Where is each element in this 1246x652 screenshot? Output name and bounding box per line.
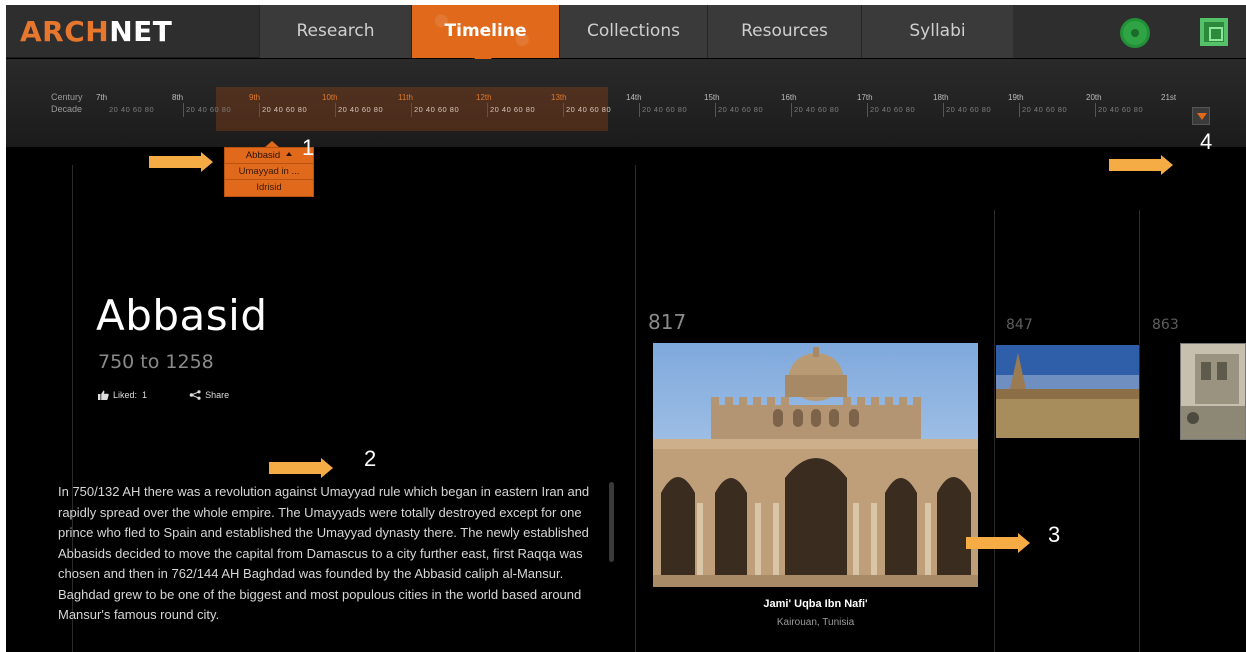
- work-year: 863: [1152, 317, 1179, 333]
- work-location: Kairouan, Tunisia: [776, 617, 855, 628]
- pattern-icon[interactable]: [1200, 18, 1228, 46]
- decades-8th[interactable]: 20 40 60 80: [186, 105, 231, 114]
- annotation-label-1: 1: [302, 135, 315, 160]
- caret-up-icon: [286, 152, 293, 156]
- logo-net: NET: [109, 15, 173, 48]
- tab-resources[interactable]: Resources: [707, 5, 861, 58]
- century-14th[interactable]: 14th: [626, 93, 642, 102]
- decades-12th[interactable]: 20 40 60 80: [490, 105, 535, 114]
- top-nav: ARCHNET Research Timeline Collections Re…: [6, 5, 1246, 58]
- column-divider: [1139, 210, 1140, 652]
- work-photo-minaret[interactable]: [996, 345, 1139, 438]
- decades-14th[interactable]: 20 40 60 80: [642, 105, 687, 114]
- century-row-label: Century: [51, 92, 83, 102]
- page-title: Abbasid: [96, 291, 268, 340]
- dropdown-item-umayyad[interactable]: Umayyad in ...: [225, 164, 313, 180]
- century-15th[interactable]: 15th: [704, 93, 720, 102]
- century-8th[interactable]: 8th: [172, 93, 183, 102]
- annotation-arrow-1: [149, 152, 213, 172]
- century-divider: [639, 103, 640, 117]
- century-divider: [411, 103, 412, 117]
- century-divider: [259, 103, 260, 117]
- century-19th[interactable]: 19th: [1008, 93, 1024, 102]
- dropdown-item-abbasid[interactable]: Abbasid: [225, 148, 313, 164]
- decades-20th[interactable]: 20 40 60 80: [1098, 105, 1143, 114]
- timeline-strip[interactable]: Century Decade 7th 8th 9th 10th 11th 12t…: [6, 59, 1246, 147]
- thumbs-up-icon[interactable]: [98, 390, 109, 400]
- entry-description: In 750/132 AH there was a revolution aga…: [58, 484, 590, 622]
- tab-syllabi[interactable]: Syllabi: [861, 5, 1013, 58]
- decades-9th[interactable]: 20 40 60 80: [262, 105, 307, 114]
- decades-17th[interactable]: 20 40 60 80: [870, 105, 915, 114]
- tab-collections[interactable]: Collections: [559, 5, 707, 58]
- share-label[interactable]: Share: [205, 390, 229, 400]
- flower-icon[interactable]: [1123, 21, 1147, 45]
- annotation-label-4: 4: [1200, 129, 1213, 154]
- timeline-expand-button[interactable]: [1192, 107, 1210, 125]
- archnet-logo[interactable]: ARCHNET: [20, 15, 172, 49]
- century-divider: [715, 103, 716, 117]
- decades-13th[interactable]: 20 40 60 80: [566, 105, 611, 114]
- century-10th[interactable]: 10th: [322, 93, 338, 102]
- column-divider: [635, 165, 636, 652]
- share-icon[interactable]: [189, 390, 202, 400]
- decade-row-label: Decade: [51, 104, 83, 114]
- decades-7th[interactable]: 20 40 60 80: [109, 105, 154, 114]
- work-title[interactable]: Jami' Uqba Ibn Nafi': [653, 598, 978, 610]
- archnet-page: ARCHNET Research Timeline Collections Re…: [6, 5, 1246, 652]
- annotation-arrow-3: [966, 533, 1030, 553]
- description-scrollbar[interactable]: [609, 482, 614, 562]
- century-20th[interactable]: 20th: [1086, 93, 1102, 102]
- century-9th[interactable]: 9th: [249, 93, 260, 102]
- century-7th[interactable]: 7th: [96, 93, 107, 102]
- work-photo-mosque[interactable]: [653, 343, 978, 587]
- annotation-label-2: 2: [364, 446, 377, 471]
- annotation-arrow-2: [269, 458, 333, 478]
- dynasty-dropdown[interactable]: Abbasid Umayyad in ... Idrisid: [224, 147, 314, 197]
- century-13th[interactable]: 13th: [551, 93, 567, 102]
- century-divider: [1095, 103, 1096, 117]
- century-16th[interactable]: 16th: [781, 93, 797, 102]
- liked-count: 1: [142, 390, 148, 400]
- logo-arch: ARCH: [20, 15, 110, 48]
- century-18th[interactable]: 18th: [933, 93, 949, 102]
- decades-18th[interactable]: 20 40 60 80: [946, 105, 991, 114]
- century-divider: [1019, 103, 1020, 117]
- work-year: 847: [1006, 317, 1033, 333]
- decades-19th[interactable]: 20 40 60 80: [1022, 105, 1067, 114]
- date-range: 750 to 1258: [98, 351, 214, 373]
- like-share-row: Liked: 1 Share: [98, 390, 229, 400]
- century-11th[interactable]: 11th: [398, 93, 413, 102]
- century-divider: [867, 103, 868, 117]
- century-divider: [943, 103, 944, 117]
- century-divider: [563, 103, 564, 117]
- liked-label: Liked:: [113, 390, 138, 400]
- dropdown-item-label: Abbasid: [245, 150, 281, 161]
- century-divider: [183, 103, 184, 117]
- annotation-arrow-4: [1109, 155, 1173, 175]
- century-17th[interactable]: 17th: [857, 93, 873, 102]
- column-divider: [994, 210, 995, 652]
- decades-10th[interactable]: 20 40 60 80: [338, 105, 383, 114]
- century-divider: [791, 103, 792, 117]
- tab-research[interactable]: Research: [259, 5, 411, 58]
- decades-16th[interactable]: 20 40 60 80: [794, 105, 839, 114]
- decades-11th[interactable]: 20 40 60 80: [414, 105, 459, 114]
- dropdown-item-idrisid[interactable]: Idrisid: [225, 180, 313, 196]
- decades-15th[interactable]: 20 40 60 80: [718, 105, 763, 114]
- annotation-label-3: 3: [1048, 522, 1061, 547]
- century-divider: [335, 103, 336, 117]
- work-year: 817: [648, 310, 687, 334]
- century-divider: [487, 103, 488, 117]
- century-21st[interactable]: 21st: [1161, 93, 1176, 102]
- tab-timeline[interactable]: Timeline: [411, 5, 559, 58]
- work-photo-archival[interactable]: [1180, 343, 1246, 440]
- century-12th[interactable]: 12th: [476, 93, 492, 102]
